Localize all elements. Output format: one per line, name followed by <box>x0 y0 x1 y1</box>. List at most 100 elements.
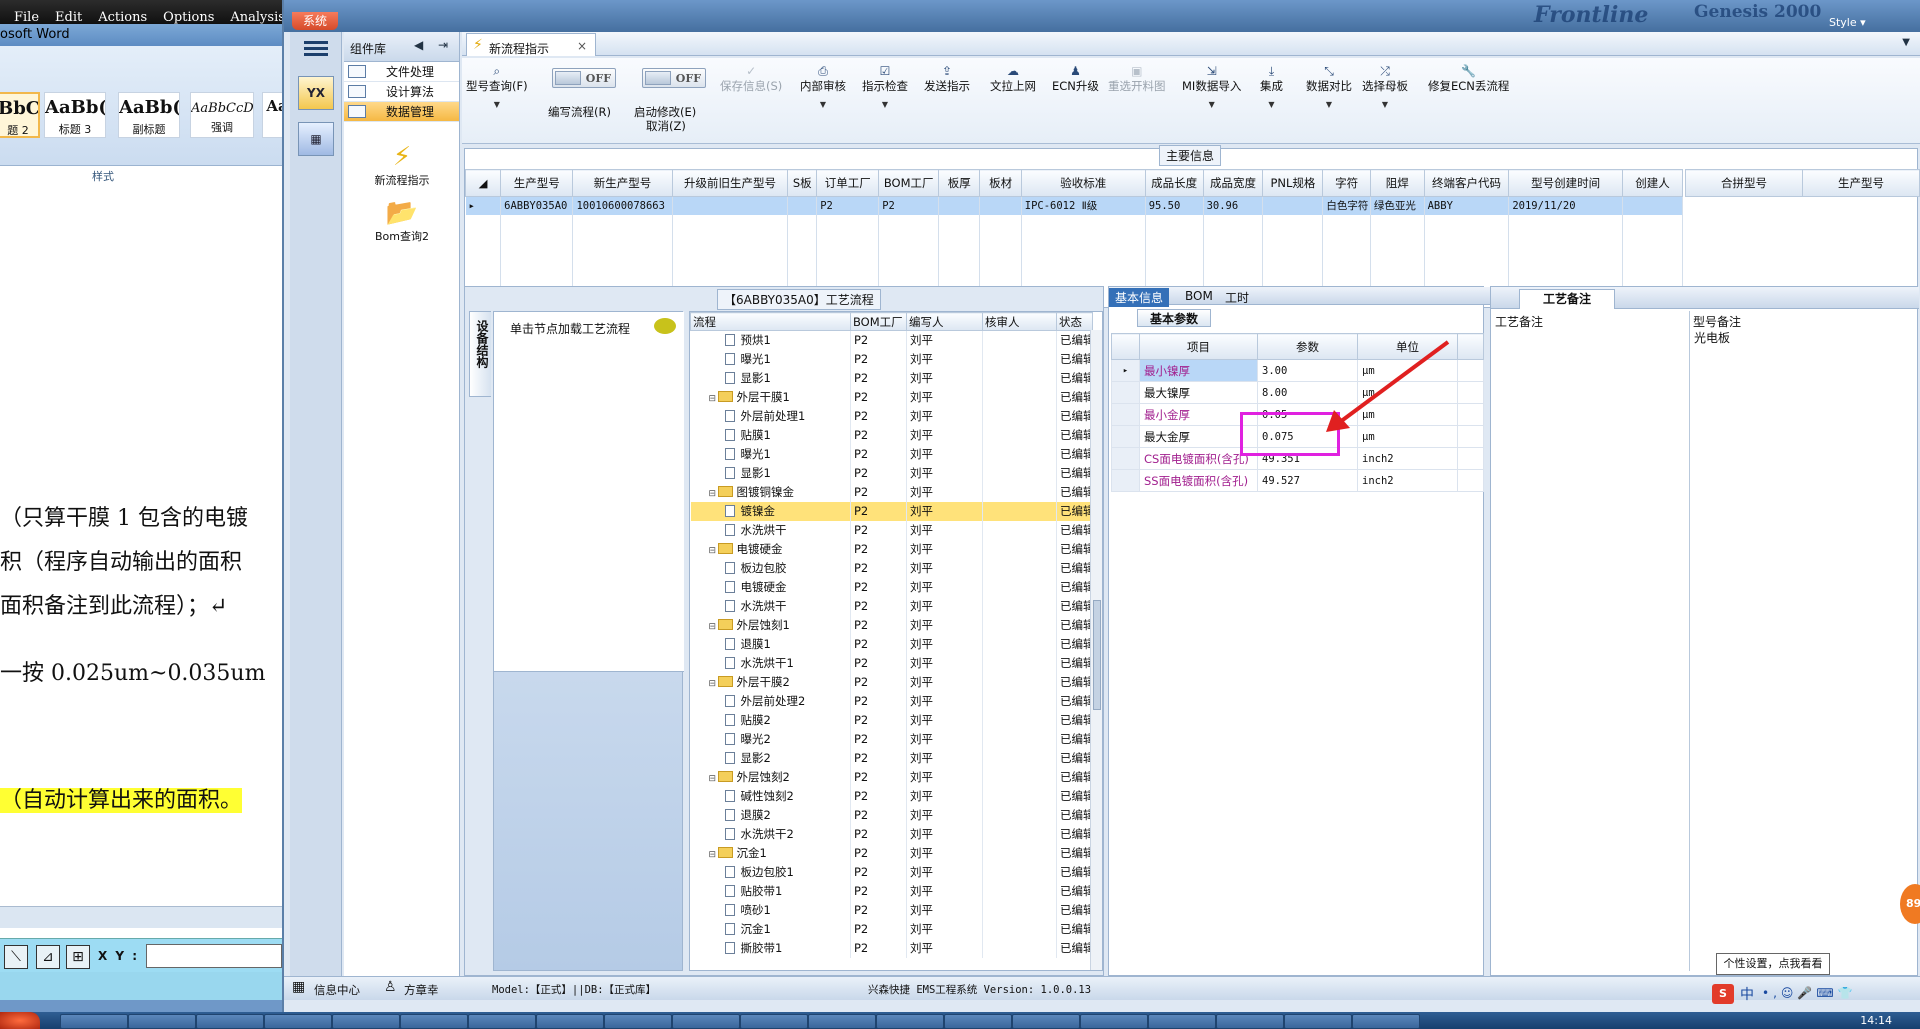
system-button[interactable]: 系统 <box>292 12 338 30</box>
menu-design-algorithm[interactable]: 设计算法 <box>344 82 459 102</box>
taskbar-app-button[interactable] <box>1284 1014 1352 1029</box>
main-col-header[interactable]: BOM工厂 <box>878 169 940 197</box>
process-row[interactable]: 水洗烘干1 P2 刘平 已编辑 <box>690 653 1093 673</box>
grid-icon[interactable]: ▦ <box>292 979 305 995</box>
tab-new-flow[interactable]: ⚡ 新流程指示 × <box>466 33 596 56</box>
taskbar-app-button[interactable] <box>196 1014 264 1029</box>
main-col-header[interactable]: 字符 <box>1322 169 1371 197</box>
modify-ecn-button[interactable]: 🔧 修复ECN丢流程 <box>1428 64 1509 94</box>
main-info-row[interactable]: ▸ 6ABBY035A0 10010600078663 P2 P2 IPC-6012 Ⅱ级… <box>465 196 1684 215</box>
mi-import-button[interactable]: ⇲ MI数据导入 ▼ <box>1182 64 1241 109</box>
taskbar-app-button[interactable] <box>332 1014 400 1029</box>
taskbar-app-button[interactable] <box>60 1014 128 1029</box>
taskbar-app-button[interactable] <box>1012 1014 1080 1029</box>
menu-options[interactable]: Options <box>163 11 214 24</box>
process-col-header[interactable]: BOM工厂 <box>850 312 907 331</box>
taskbar-app-button[interactable] <box>536 1014 604 1029</box>
process-row[interactable]: 外层前处理2 P2 刘平 已编辑 <box>690 691 1093 711</box>
style-subtitle[interactable]: AaBb(副标题 <box>118 92 180 138</box>
equipment-structure-tab[interactable]: 设备结构 <box>469 311 491 397</box>
model-query-button[interactable]: ⌕ 型号查询(F) ▼ <box>466 64 528 109</box>
tab-bom[interactable]: BOM <box>1179 288 1219 304</box>
merge-col-header[interactable]: 生产型号 <box>1802 169 1920 197</box>
cancel-button[interactable]: 取消(Z) <box>646 118 686 134</box>
upload-file-button[interactable]: ☁ 文拉上网 <box>990 64 1036 94</box>
menu-file-processing[interactable]: 文件处理 <box>344 62 459 82</box>
main-col-header[interactable]: 验收标准 <box>1020 169 1146 197</box>
process-row[interactable]: 退膜2 P2 刘平 已编辑 <box>690 805 1093 825</box>
enable-edit-toggle[interactable]: OFF <box>642 68 706 88</box>
tab-work-hours[interactable]: 工时 <box>1219 288 1255 307</box>
main-col-header[interactable]: 新生产型号 <box>572 169 673 197</box>
menu-actions[interactable]: Actions <box>98 11 147 24</box>
process-col-header[interactable]: 流程 <box>690 312 851 331</box>
taskbar-app-button[interactable] <box>876 1014 944 1029</box>
process-row[interactable]: 水洗烘干 P2 刘平 已编辑 <box>690 596 1093 616</box>
process-row[interactable]: 曝光1 P2 刘平 已编辑 <box>690 349 1093 369</box>
process-row[interactable]: 退膜1 P2 刘平 已编辑 <box>690 634 1093 654</box>
main-col-header[interactable]: 订单工厂 <box>816 169 880 197</box>
yx-module-icon[interactable]: YX <box>298 76 334 110</box>
ime-icon[interactable]: S <box>1712 984 1734 1004</box>
taskbar-app-button[interactable] <box>1352 1014 1420 1029</box>
process-row[interactable]: 预烘1 P2 刘平 已编辑 <box>690 330 1093 350</box>
param-row[interactable]: SS面电镀面积(含孔) 49.527 inch2 <box>1111 469 1484 492</box>
main-col-header[interactable]: 升级前旧生产型号 <box>671 169 789 197</box>
measure-tool-icon[interactable]: ⊿ <box>36 945 60 969</box>
style-menu[interactable]: Style ▾ <box>1829 16 1866 29</box>
reopen-drawing-button[interactable]: ▣ 重选开料图 <box>1108 64 1166 94</box>
process-row[interactable]: ⊟ 外层干膜2 P2 刘平 已编辑 <box>690 672 1093 692</box>
taskbar-app-button[interactable] <box>400 1014 468 1029</box>
collapse-left-icon[interactable]: ◀ <box>414 38 423 52</box>
main-col-header[interactable]: 板厚 <box>938 169 981 197</box>
process-row[interactable]: 曝光2 P2 刘平 已编辑 <box>690 729 1093 749</box>
pin-icon[interactable]: ⇥ <box>438 38 448 52</box>
expand-toggle-icon[interactable]: ⊟ <box>709 546 718 556</box>
process-row[interactable]: 贴胶带1 P2 刘平 已编辑 <box>690 881 1093 901</box>
data-compare-button[interactable]: ⤡ 数据对比 ▼ <box>1306 64 1352 109</box>
style-heading2[interactable]: BbC 题 2 <box>0 92 40 138</box>
menu-analysis[interactable]: Analysis <box>230 11 282 24</box>
edit-flow-toggle[interactable]: OFF <box>552 68 616 88</box>
taskbar-app-button[interactable] <box>468 1014 536 1029</box>
xy-input[interactable] <box>146 944 282 968</box>
menu-file[interactable]: File <box>14 11 39 24</box>
close-icon[interactable]: × <box>577 39 587 53</box>
taskbar-app-button[interactable] <box>264 1014 332 1029</box>
taskbar-app-button[interactable] <box>128 1014 196 1029</box>
tab-process-remarks[interactable]: 工艺备注 <box>1519 289 1615 309</box>
expand-toggle-icon[interactable]: ⊟ <box>709 679 718 689</box>
process-row[interactable]: 水洗烘干 P2 刘平 已编辑 <box>690 520 1093 540</box>
taskbar-app-button[interactable] <box>740 1014 808 1029</box>
main-col-header[interactable]: 成品宽度 <box>1202 169 1264 197</box>
integrate-button[interactable]: ⤓ 集成 ▼ <box>1260 64 1283 109</box>
expand-toggle-icon[interactable]: ⊟ <box>709 622 718 632</box>
language-indicator[interactable]: 中 <box>1740 984 1754 1004</box>
tab-basic-params[interactable]: 基本参数 <box>1137 309 1211 327</box>
process-row[interactable]: ⊟ 沉金1 P2 刘平 已编辑 <box>690 843 1093 863</box>
main-col-header[interactable]: 生产型号 <box>500 169 574 197</box>
scroll-thumb[interactable] <box>1093 600 1101 710</box>
personalize-tooltip[interactable]: 个性设置，点我看看 <box>1716 953 1830 975</box>
process-row[interactable]: 撕胶带1 P2 刘平 已编辑 <box>690 938 1093 958</box>
expand-toggle-icon[interactable]: ⊟ <box>709 489 718 499</box>
taskbar-app-button[interactable] <box>944 1014 1012 1029</box>
process-row[interactable]: 显影1 P2 刘平 已编辑 <box>690 463 1093 483</box>
menu-data-management[interactable]: 数据管理 <box>344 102 459 122</box>
process-row[interactable]: 显影1 P2 刘平 已编辑 <box>690 368 1093 388</box>
calculator-module-icon[interactable]: ▦ <box>298 122 334 156</box>
style-more[interactable]: Aa <box>262 92 282 138</box>
menu-edit[interactable]: Edit <box>55 11 82 24</box>
start-button[interactable] <box>0 1012 40 1029</box>
taskbar-app-button[interactable] <box>808 1014 876 1029</box>
process-row[interactable]: ⊟ 外层蚀刻1 P2 刘平 已编辑 <box>690 615 1093 635</box>
process-row[interactable]: 沉金1 P2 刘平 已编辑 <box>690 919 1093 939</box>
process-col-header[interactable]: 状态 <box>1056 312 1093 331</box>
main-col-header[interactable]: 终端客户代码 <box>1423 169 1510 197</box>
process-row[interactable]: ⊟ 图镀铜镍金 P2 刘平 已编辑 <box>690 482 1093 502</box>
hamburger-icon[interactable] <box>304 38 328 58</box>
process-row[interactable]: 镀镍金 P2 刘平 已编辑 <box>690 501 1093 521</box>
send-indication-button[interactable]: ⇪ 发送指示 <box>924 64 970 94</box>
merge-col-header[interactable]: 合拼型号 <box>1685 169 1803 197</box>
expand-toggle-icon[interactable]: ⊟ <box>709 394 718 404</box>
